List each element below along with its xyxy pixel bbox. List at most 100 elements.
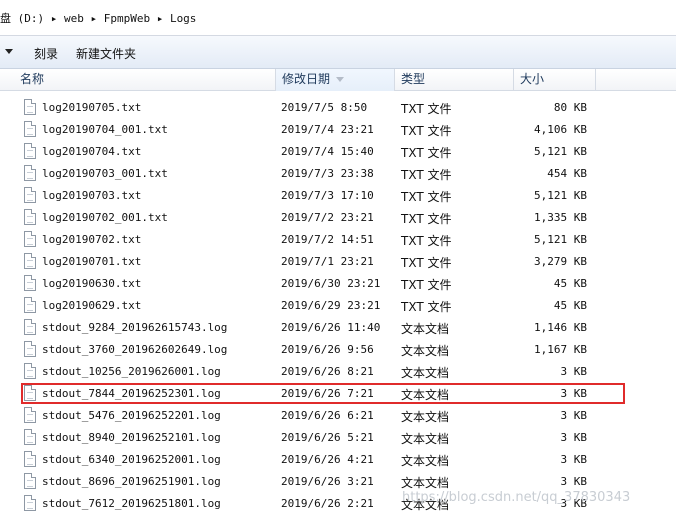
file-date-modified: 2019/6/26 5:21: [281, 431, 374, 444]
file-size: 5,121 KB: [534, 145, 587, 158]
file-type: TXT 文件: [401, 168, 452, 182]
file-type: TXT 文件: [401, 102, 452, 116]
file-row[interactable]: log20190630.txt 2019/6/30 23:21 TXT 文件 45 K…: [0, 273, 676, 295]
file-name: log20190705.txt: [42, 101, 142, 114]
file-row[interactable]: log20190704.txt 2019/7/4 15:40 TXT 文件 5,121…: [0, 141, 676, 163]
file-row[interactable]: stdout_7844_20196252301.log 2019/6/26 7:2…: [0, 383, 676, 405]
text-file-icon: [24, 495, 36, 511]
text-file-icon: [24, 253, 36, 269]
file-type: 文本文档: [401, 432, 450, 446]
file-name: stdout_8940_20196252101.log: [42, 431, 221, 444]
file-row[interactable]: log20190701.txt 2019/7/1 23:21 TXT 文件 3,279…: [0, 251, 676, 273]
file-date-modified: 2019/6/26 2:21: [281, 497, 374, 510]
file-row[interactable]: stdout_9284_201962615743.log 2019/6/26 11…: [0, 317, 676, 339]
breadcrumb[interactable]: 盘 (D:) ▸ web ▸ FpmpWeb ▸ Logs: [0, 10, 196, 26]
text-file-icon: [24, 121, 36, 137]
file-list: log20190705.txt 2019/7/5 8:50 TXT 文件 80 KB l…: [0, 97, 676, 516]
column-size[interactable]: 大小: [514, 69, 596, 91]
watermark: https://blog.csdn.net/qq_37830343: [402, 490, 631, 505]
file-size: 80 KB: [553, 101, 587, 114]
file-name: log20190702_001.txt: [42, 211, 168, 224]
file-date-modified: 2019/6/30 23:21: [281, 277, 381, 290]
file-size: 1,335 KB: [534, 211, 587, 224]
file-size: 3 KB: [560, 453, 588, 466]
file-name: log20190702.txt: [42, 233, 142, 246]
file-row[interactable]: stdout_8940_20196252101.log 2019/6/26 5:2…: [0, 427, 676, 449]
file-row[interactable]: log20190702.txt 2019/7/2 14:51 TXT 文件 5,121…: [0, 229, 676, 251]
file-row[interactable]: stdout_6340_20196252001.log 2019/6/26 4:2…: [0, 449, 676, 471]
file-row[interactable]: stdout_5476_20196252201.log 2019/6/26 6:2…: [0, 405, 676, 427]
file-date-modified: 2019/7/4 23:21: [281, 123, 374, 136]
file-size: 1,167 KB: [534, 343, 587, 356]
file-size: 3 KB: [560, 475, 588, 488]
file-date-modified: 2019/7/2 23:21: [281, 211, 374, 224]
file-name: stdout_7844_20196252301.log: [42, 387, 221, 400]
text-file-icon: [24, 297, 36, 313]
file-name: stdout_3760_201962602649.log: [42, 343, 228, 356]
file-row[interactable]: log20190705.txt 2019/7/5 8:50 TXT 文件 80 KB: [0, 97, 676, 119]
file-name: stdout_5476_20196252201.log: [42, 409, 221, 422]
file-name: stdout_10256_2019626001.log: [42, 365, 221, 378]
new-folder-button[interactable]: 新建文件夹: [76, 45, 136, 62]
text-file-icon: [24, 407, 36, 423]
text-file-icon: [24, 143, 36, 159]
file-type: 文本文档: [401, 476, 450, 490]
column-name[interactable]: 名称: [14, 69, 276, 91]
file-date-modified: 2019/7/2 14:51: [281, 233, 374, 246]
file-name: log20190703_001.txt: [42, 167, 168, 180]
file-type: 文本文档: [401, 388, 450, 402]
file-date-modified: 2019/6/26 7:21: [281, 387, 374, 400]
file-size: 454 KB: [547, 167, 587, 180]
file-name: stdout_8696_20196251901.log: [42, 475, 221, 488]
file-date-modified: 2019/7/1 23:21: [281, 255, 374, 268]
organize-dropdown-icon[interactable]: [5, 49, 13, 54]
file-row[interactable]: log20190704_001.txt 2019/7/4 23:21 TXT 文件 4…: [0, 119, 676, 141]
column-date-label: 修改日期: [282, 72, 331, 86]
file-row[interactable]: log20190702_001.txt 2019/7/2 23:21 TXT 文件 1…: [0, 207, 676, 229]
file-row[interactable]: log20190629.txt 2019/6/29 23:21 TXT 文件 45 K…: [0, 295, 676, 317]
text-file-icon: [24, 473, 36, 489]
file-row[interactable]: log20190703.txt 2019/7/3 17:10 TXT 文件 5,121…: [0, 185, 676, 207]
text-file-icon: [24, 319, 36, 335]
text-file-icon: [24, 341, 36, 357]
file-name: log20190704.txt: [42, 145, 142, 158]
file-date-modified: 2019/6/26 8:21: [281, 365, 374, 378]
file-name: log20190629.txt: [42, 299, 142, 312]
file-name: log20190704_001.txt: [42, 123, 168, 136]
file-type: 文本文档: [401, 366, 450, 380]
file-type: 文本文档: [401, 322, 450, 336]
file-size: 45 KB: [553, 299, 587, 312]
file-type: 文本文档: [401, 454, 450, 468]
column-date-modified[interactable]: 修改日期: [276, 69, 395, 91]
file-date-modified: 2019/6/26 6:21: [281, 409, 374, 422]
file-name: log20190701.txt: [42, 255, 142, 268]
text-file-icon: [24, 165, 36, 181]
file-row[interactable]: stdout_10256_2019626001.log 2019/6/26 8:2…: [0, 361, 676, 383]
file-type: TXT 文件: [401, 124, 452, 138]
file-date-modified: 2019/7/3 23:38: [281, 167, 374, 180]
text-file-icon: [24, 385, 36, 401]
column-type-label: 类型: [401, 72, 426, 86]
file-size: 1,146 KB: [534, 321, 587, 334]
file-date-modified: 2019/7/4 15:40: [281, 145, 374, 158]
file-type: 文本文档: [401, 344, 450, 358]
file-name: stdout_7612_20196251801.log: [42, 497, 221, 510]
file-date-modified: 2019/6/29 23:21: [281, 299, 381, 312]
column-header: 名称 修改日期 类型 大小: [0, 69, 676, 91]
column-size-label: 大小: [520, 72, 545, 86]
column-type[interactable]: 类型: [395, 69, 514, 91]
file-size: 5,121 KB: [534, 189, 587, 202]
file-date-modified: 2019/6/26 3:21: [281, 475, 374, 488]
file-type: TXT 文件: [401, 212, 452, 226]
text-file-icon: [24, 187, 36, 203]
file-date-modified: 2019/7/5 8:50: [281, 101, 368, 114]
file-date-modified: 2019/6/26 11:40: [281, 321, 381, 334]
text-file-icon: [24, 363, 36, 379]
burn-button[interactable]: 刻录: [34, 45, 58, 62]
file-size: 45 KB: [553, 277, 587, 290]
address-bar[interactable]: 盘 (D:) ▸ web ▸ FpmpWeb ▸ Logs: [0, 0, 676, 36]
file-row[interactable]: stdout_3760_201962602649.log 2019/6/26 9:…: [0, 339, 676, 361]
file-name: log20190703.txt: [42, 189, 142, 202]
file-row[interactable]: log20190703_001.txt 2019/7/3 23:38 TXT 文件 4…: [0, 163, 676, 185]
file-size: 5,121 KB: [534, 233, 587, 246]
